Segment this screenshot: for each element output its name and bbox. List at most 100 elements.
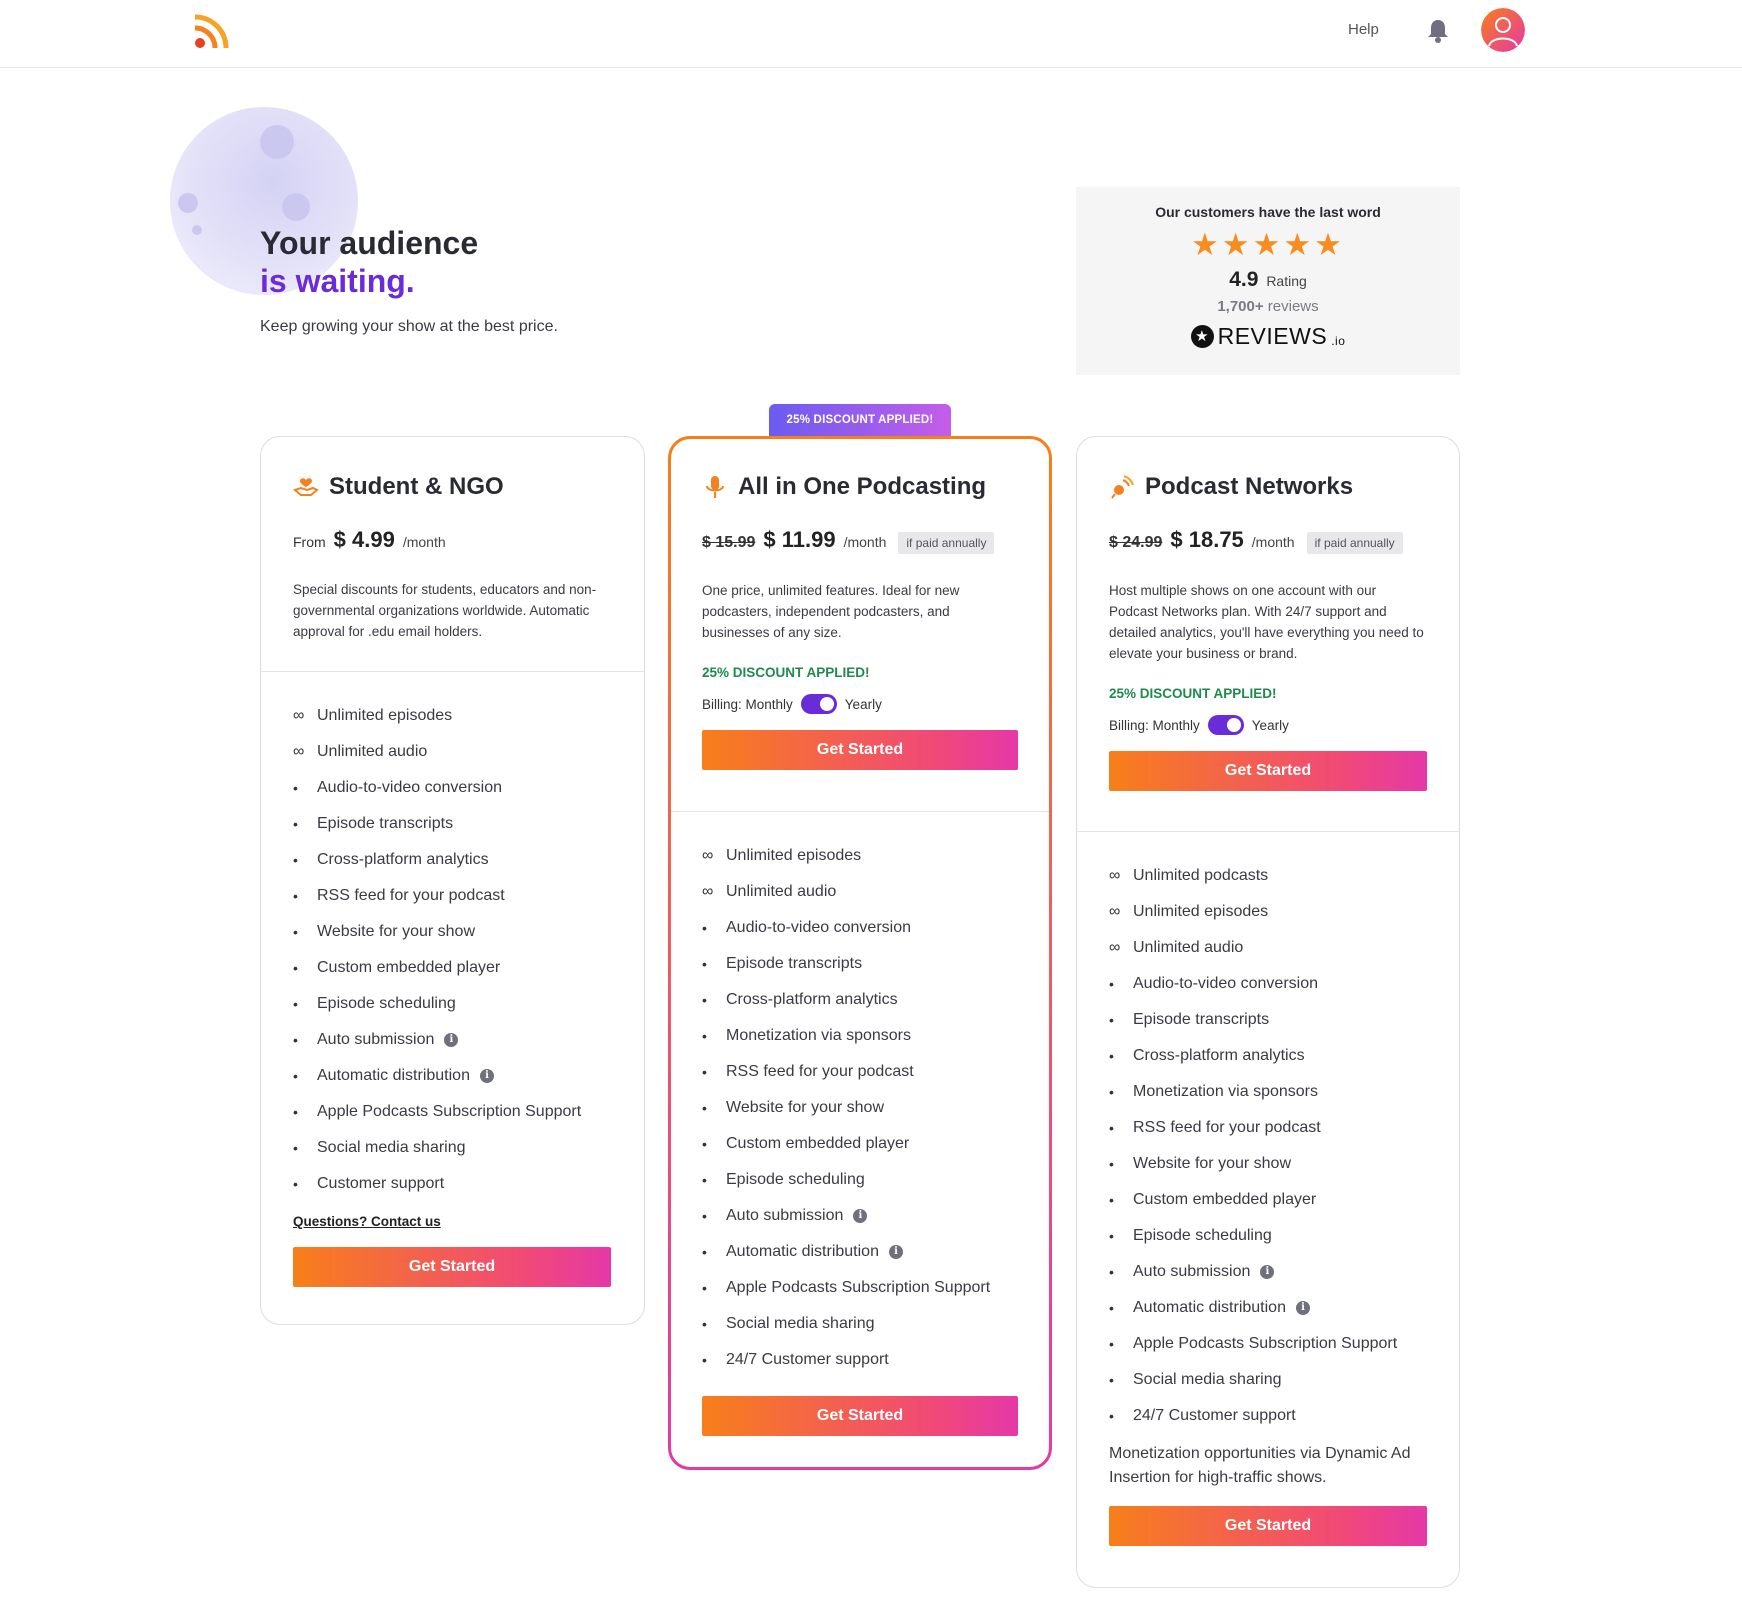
user-avatar[interactable] xyxy=(1481,8,1525,52)
contact-us-link[interactable]: Questions? Contact us xyxy=(261,1202,644,1229)
get-started-button[interactable]: Get Started xyxy=(1109,751,1427,791)
feature-item: • RSS feed for your podcast xyxy=(702,1054,1017,1090)
help-link[interactable]: Help xyxy=(1348,21,1379,38)
feature-label: Unlimited audio xyxy=(1133,939,1244,956)
bullet-icon: • xyxy=(702,1352,707,1368)
bullet-icon: • xyxy=(1109,1048,1114,1064)
feature-label: Apple Podcasts Subscription Support xyxy=(1133,1335,1398,1352)
bullet-icon: • xyxy=(293,852,298,868)
plan-card-all-in-one: All in One Podcasting $ 15.99 $ 11.99 /m… xyxy=(668,436,1052,1470)
feature-label: Episode scheduling xyxy=(1133,1227,1272,1244)
feature-item: ∞ Unlimited audio xyxy=(293,734,612,770)
plan-title: All in One Podcasting xyxy=(702,473,1018,501)
hero-subtitle: Keep growing your show at the best price… xyxy=(260,318,558,335)
info-icon[interactable]: i xyxy=(888,1245,903,1259)
bullet-icon: • xyxy=(1109,1408,1114,1424)
bullet-icon: • xyxy=(1109,1084,1114,1100)
infinity-icon: ∞ xyxy=(1109,939,1121,956)
plan-title: Student & NGO xyxy=(293,473,612,501)
reviews-io-logo[interactable]: ★ REVIEWS .io xyxy=(1076,323,1460,350)
plan-card-podcast-networks: Podcast Networks $ 24.99 $ 18.75 /month … xyxy=(1076,436,1460,1588)
infinity-icon: ∞ xyxy=(1109,903,1121,920)
feature-label: Cross-platform analytics xyxy=(317,851,489,868)
hero-title-line1: Your audience xyxy=(260,225,479,261)
feature-list: ∞ Unlimited episodes ∞ Unlimited audio • Audi… xyxy=(671,812,1049,1378)
info-icon[interactable]: i xyxy=(853,1209,868,1223)
billing-option-yearly: Yearly xyxy=(1251,717,1289,733)
broadcast-icon xyxy=(1111,475,1134,499)
bullet-icon: • xyxy=(293,1032,298,1048)
feature-label: Customer support xyxy=(317,1175,445,1192)
info-icon[interactable]: i xyxy=(479,1069,494,1083)
plan-title-text: All in One Podcasting xyxy=(738,473,987,500)
plan-card-student-ngo: Student & NGO From $ 4.99 /month Special… xyxy=(260,436,645,1325)
feature-label: Audio-to-video conversion xyxy=(317,779,502,796)
hero-title: Your audience is waiting. xyxy=(260,224,478,300)
billing-label: Billing: Monthly xyxy=(702,696,793,712)
bullet-icon: • xyxy=(293,1104,298,1120)
rss-logo-icon[interactable] xyxy=(193,14,229,50)
old-price: $ 24.99 xyxy=(1109,534,1163,551)
billing-option-yearly: Yearly xyxy=(844,696,882,712)
feature-label: Custom embedded player xyxy=(726,1135,910,1152)
bullet-icon: • xyxy=(293,780,298,796)
feature-label: Auto submission xyxy=(1133,1263,1251,1280)
feature-item: • 24/7 Customer support xyxy=(702,1342,1017,1378)
feature-label: RSS feed for your podcast xyxy=(1133,1119,1321,1136)
info-icon[interactable]: i xyxy=(1295,1301,1310,1315)
feature-item: • Cross-platform analytics xyxy=(702,982,1017,1018)
plan-description: One price, unlimited features. Ideal for… xyxy=(702,583,960,640)
bullet-icon: • xyxy=(1109,1264,1114,1280)
bullet-icon: • xyxy=(702,1280,707,1296)
feature-label: Unlimited episodes xyxy=(726,847,862,864)
reviews-heading: Our customers have the last word xyxy=(1155,204,1381,220)
get-started-button[interactable]: Get Started xyxy=(702,730,1018,770)
bullet-icon: • xyxy=(702,992,707,1008)
billing-toggle[interactable] xyxy=(1207,715,1244,735)
bell-icon[interactable] xyxy=(1426,18,1450,44)
feature-label: Episode transcripts xyxy=(726,955,863,972)
bullet-icon: • xyxy=(1109,1156,1114,1172)
bullet-icon: • xyxy=(702,920,707,936)
brand-suffix: .io xyxy=(1331,333,1346,348)
feature-item: • RSS feed for your podcast xyxy=(1109,1110,1427,1146)
info-icon[interactable]: i xyxy=(444,1033,459,1047)
feature-item: • Audio-to-video conversion xyxy=(702,910,1017,946)
rating-stars: ★★★★★ xyxy=(1191,227,1345,262)
feature-item: ∞ Unlimited audio xyxy=(702,874,1017,910)
plan-price: $ 11.99 xyxy=(763,527,836,552)
review-count: 1,700+ xyxy=(1217,298,1264,315)
bullet-icon: • xyxy=(293,996,298,1012)
brand-name: REVIEWS xyxy=(1217,323,1328,349)
microphone-icon xyxy=(706,476,724,498)
moon-crater xyxy=(192,225,202,235)
billing-toggle[interactable] xyxy=(800,694,837,714)
infinity-icon: ∞ xyxy=(702,847,714,864)
billing-label: Billing: Monthly xyxy=(1109,717,1200,733)
feature-item: • Monetization via sponsors xyxy=(1109,1074,1427,1110)
feature-item: ∞ Unlimited podcasts xyxy=(1109,858,1427,894)
price-period: /month xyxy=(402,534,446,550)
feature-label: Unlimited episodes xyxy=(1133,903,1269,920)
feature-item: • Automatic distribution i xyxy=(293,1058,612,1094)
feature-label: Cross-platform analytics xyxy=(726,991,898,1008)
reviews-box: Our customers have the last word ★★★★★ 4… xyxy=(1076,187,1460,375)
get-started-button[interactable]: Get Started xyxy=(293,1247,611,1287)
price-period: /month xyxy=(1251,534,1295,550)
bullet-icon: • xyxy=(1109,1372,1114,1388)
get-started-bottom-button[interactable]: Get Started xyxy=(702,1396,1018,1436)
feature-label: Custom embedded player xyxy=(1133,1191,1317,1208)
get-started-bottom-button[interactable]: Get Started xyxy=(1109,1506,1427,1546)
feature-list: ∞ Unlimited episodes ∞ Unlimited audio • Audi… xyxy=(261,672,644,1202)
bullet-icon: • xyxy=(702,956,707,972)
top-navbar: Help xyxy=(0,0,1742,68)
star-badge-icon: ★ xyxy=(1190,325,1214,348)
discount-label: 25% DISCOUNT APPLIED! xyxy=(1109,686,1277,701)
feature-item: • Website for your show xyxy=(293,914,612,950)
info-icon[interactable]: i xyxy=(1260,1265,1275,1279)
feature-item: • Custom embedded player xyxy=(1109,1182,1427,1218)
bullet-icon: • xyxy=(293,888,298,904)
feature-label: Unlimited audio xyxy=(726,883,837,900)
rating-value: 4.9 xyxy=(1229,268,1259,291)
rating-label: Rating xyxy=(1266,273,1307,289)
